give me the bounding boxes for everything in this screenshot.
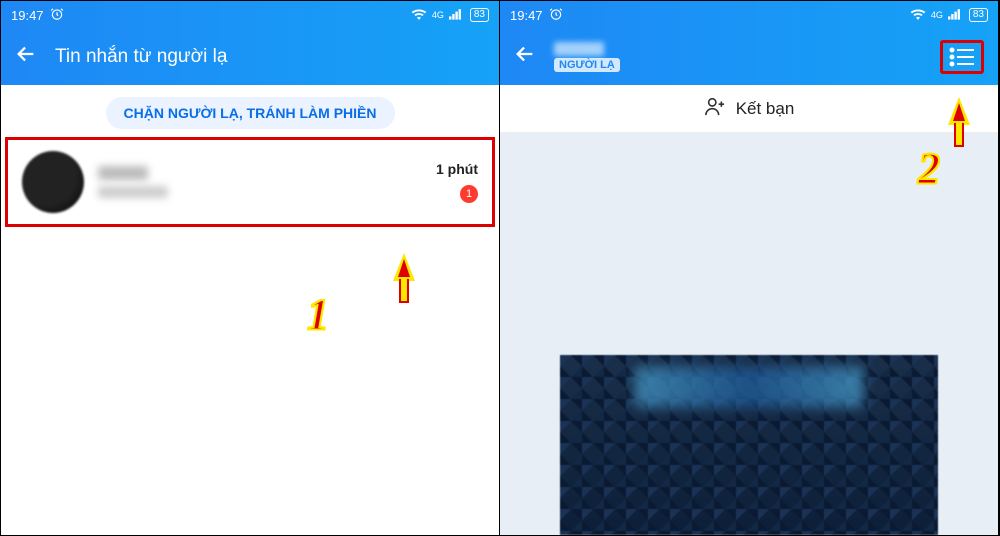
options-menu-button[interactable]: [940, 40, 984, 74]
message-time: 1 phút: [436, 161, 478, 177]
network-label: 4G: [931, 11, 943, 20]
block-banner-row: CHẶN NGƯỜI LẠ, TRÁNH LÀM PHIỀN: [1, 85, 499, 137]
add-friend-label: Kết bạn: [736, 99, 795, 119]
contact-name-blurred: [554, 42, 604, 56]
alarm-icon: [50, 7, 64, 24]
network-label: 4G: [432, 11, 444, 20]
avatar: [22, 151, 84, 213]
back-icon[interactable]: [15, 43, 37, 71]
unread-badge: 1: [460, 185, 478, 203]
annotation-arrow-stem: [399, 279, 409, 303]
status-time: 19:47: [11, 8, 44, 23]
status-bar: 19:47 4G 83: [1, 1, 499, 29]
header: Tin nhắn từ người lạ: [1, 29, 499, 85]
signal-icon: [449, 8, 465, 23]
page-title: Tin nhắn từ người lạ: [55, 46, 227, 68]
conversation-preview: [98, 166, 422, 198]
status-bar: 19:47 4G 83: [500, 1, 998, 29]
phone-right: 19:47 4G 83 NGƯỜI LẠ: [500, 1, 999, 535]
status-time: 19:47: [510, 8, 543, 23]
annotation-number: 1: [307, 289, 329, 340]
add-friend-icon: [704, 96, 726, 121]
signal-icon: [948, 8, 964, 23]
block-stranger-button[interactable]: CHẶN NGƯỜI LẠ, TRÁNH LÀM PHIỀN: [106, 97, 395, 129]
annotation-arrow-stem: [954, 123, 964, 147]
back-icon[interactable]: [514, 43, 536, 71]
annotation-arrow: [393, 253, 415, 281]
annotation-arrow: [948, 97, 970, 125]
conversation-item[interactable]: 1 phút 1: [5, 137, 495, 227]
wifi-icon: [411, 8, 427, 23]
add-friend-bar[interactable]: Kết bạn: [500, 85, 998, 133]
message-preview-blurred: [98, 186, 168, 198]
alarm-icon: [549, 7, 563, 24]
header-user-info[interactable]: NGƯỜI LẠ: [554, 42, 620, 72]
phone-left: 19:47 4G 83 Tin nhắn từ người lạ CHẶN NG…: [1, 1, 500, 535]
battery-indicator: 83: [969, 8, 988, 22]
header: NGƯỜI LẠ: [500, 29, 998, 85]
battery-indicator: 83: [470, 8, 489, 22]
contact-name-blurred: [98, 166, 148, 180]
annotation-number: 2: [918, 143, 940, 194]
stranger-badge: NGƯỜI LẠ: [554, 58, 620, 72]
wifi-icon: [910, 8, 926, 23]
shared-image-blurred[interactable]: [560, 355, 938, 535]
